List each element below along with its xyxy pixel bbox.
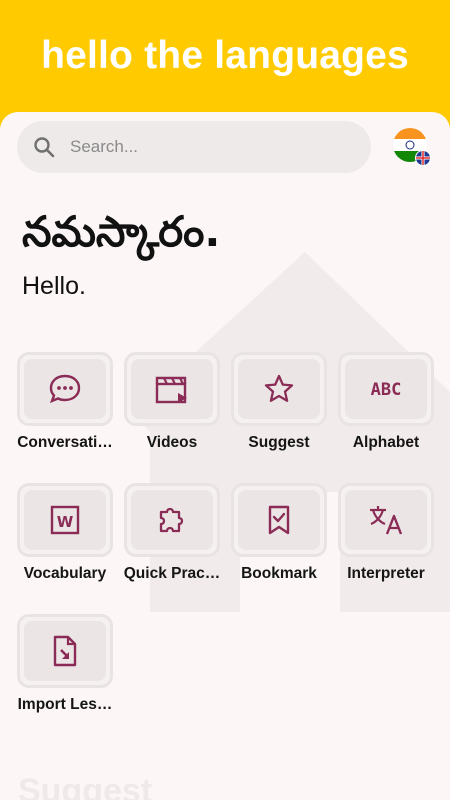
suggest-section-heading: Suggest [18, 772, 153, 800]
search-input[interactable] [70, 137, 350, 157]
tile-interpreter[interactable]: Interpreter [338, 483, 445, 593]
tile-label: Bookmark [241, 565, 317, 582]
tile-vocabulary[interactable]: W Vocabulary [17, 483, 124, 593]
search-bar[interactable] [17, 121, 371, 173]
tile-label: Suggest [248, 434, 310, 451]
tile-label: Alphabet [352, 434, 420, 451]
tile-label: Quick Prac… [123, 565, 221, 582]
search-icon [34, 137, 55, 158]
tile-label: Import Les… [17, 696, 113, 713]
svg-text:W: W [57, 513, 74, 531]
greeting-native-text: నమస్కారం. [22, 207, 221, 256]
svg-text:ABC: ABC [371, 380, 402, 400]
tile-suggest[interactable]: Suggest [231, 352, 338, 462]
tile-label: Vocabulary [23, 565, 107, 582]
tile-bookmark[interactable]: Bookmark [231, 483, 338, 593]
app-title: hello the languages [41, 34, 409, 77]
puzzle-icon [159, 507, 184, 533]
abc-icon: ABC [371, 380, 402, 400]
bookmark-check-icon [268, 505, 290, 535]
clapperboard-icon [155, 376, 187, 404]
tile-conversation[interactable]: Conversati… [17, 352, 124, 462]
greeting-english-text: Hello. [22, 272, 86, 300]
main-sheet: నమస్కారం. Hello. Conversati… [0, 112, 450, 800]
tile-quick-practice[interactable]: Quick Prac… [124, 483, 231, 593]
tile-label: Conversati… [17, 434, 113, 451]
tile-alphabet[interactable]: ABC Alphabet [338, 352, 445, 462]
tile-label: Interpreter [347, 565, 425, 582]
star-icon [264, 374, 294, 402]
tile-videos[interactable]: Videos [124, 352, 231, 462]
word-document-icon: W [50, 505, 80, 535]
tile-label: Videos [146, 434, 198, 451]
chat-bubble-icon [49, 374, 81, 404]
tile-import-lesson[interactable]: Import Les… [17, 614, 124, 724]
app-header: hello the languages [0, 0, 450, 130]
import-file-icon [53, 635, 77, 667]
translate-icon [370, 506, 403, 535]
language-flag-icon[interactable] [392, 127, 432, 167]
